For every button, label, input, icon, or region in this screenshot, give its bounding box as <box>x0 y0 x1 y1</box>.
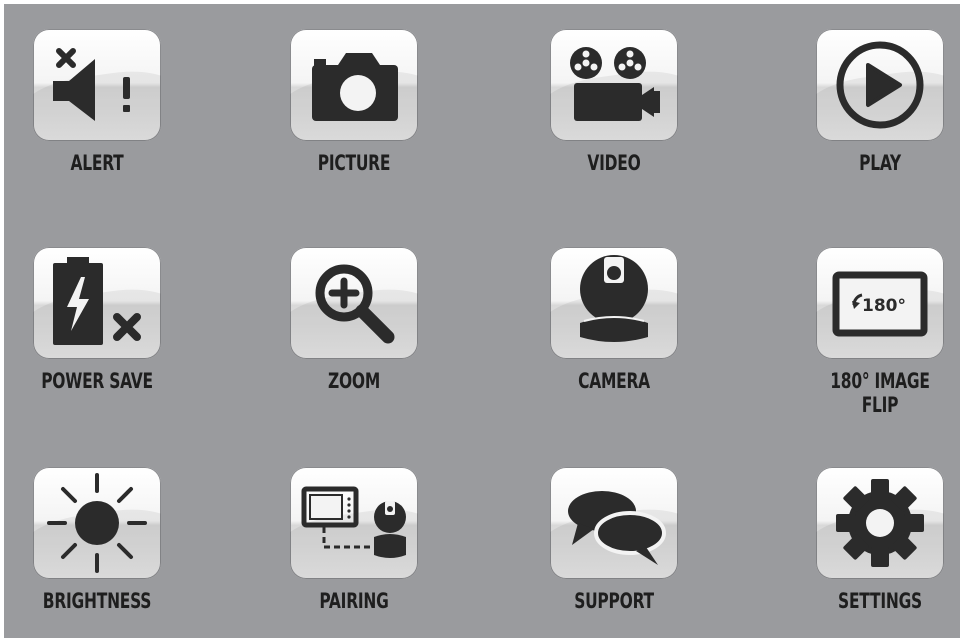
menu-item-label: BRIGHTNESS <box>42 589 152 613</box>
sun-icon <box>33 467 161 579</box>
menu-item-image-flip[interactable]: 180° 180° IMAGE FLIP <box>800 247 960 417</box>
camera-icon <box>290 29 418 141</box>
menu-item-power-save[interactable]: POWER SAVE <box>17 247 177 393</box>
menu-item-label: SETTINGS <box>838 589 922 613</box>
menu-item-play[interactable]: PLAY <box>800 29 960 175</box>
menu-item-label: VIDEO <box>587 151 641 175</box>
menu-item-brightness[interactable]: BRIGHTNESS <box>17 467 177 613</box>
menu-item-zoom[interactable]: ZOOM <box>274 247 434 393</box>
play-icon <box>816 29 944 141</box>
image-flip-icon: 180° <box>816 247 944 359</box>
menu-item-settings[interactable]: SETTINGS <box>800 467 960 613</box>
menu-screen: ALERT PICTURE VIDEO PLAY POWER SAVE ZOOM… <box>4 4 960 638</box>
alert-mute-icon <box>33 29 161 141</box>
menu-item-support[interactable]: SUPPORT <box>534 467 694 613</box>
pairing-icon <box>290 467 418 579</box>
menu-item-camera[interactable]: CAMERA <box>534 247 694 393</box>
menu-item-label: 180° IMAGE FLIP <box>830 369 930 417</box>
menu-item-label: POWER SAVE <box>41 369 153 393</box>
menu-item-video[interactable]: VIDEO <box>534 29 694 175</box>
menu-item-picture[interactable]: PICTURE <box>274 29 434 175</box>
flip-icon-text: 180° <box>862 296 906 316</box>
menu-item-label: ZOOM <box>327 369 380 393</box>
ptz-camera-icon <box>550 247 678 359</box>
menu-item-pairing[interactable]: PAIRING <box>274 467 434 613</box>
menu-item-label: ALERT <box>70 151 124 175</box>
gear-icon <box>816 467 944 579</box>
menu-item-label: PLAY <box>859 151 901 175</box>
menu-item-label: CAMERA <box>578 369 650 393</box>
video-camera-icon <box>550 29 678 141</box>
chat-bubbles-icon <box>550 467 678 579</box>
menu-item-label: PICTURE <box>317 151 391 175</box>
menu-item-label: PAIRING <box>319 589 389 613</box>
menu-item-alert[interactable]: ALERT <box>17 29 177 175</box>
menu-item-label: SUPPORT <box>574 589 654 613</box>
zoom-in-icon <box>290 247 418 359</box>
battery-off-icon <box>33 247 161 359</box>
